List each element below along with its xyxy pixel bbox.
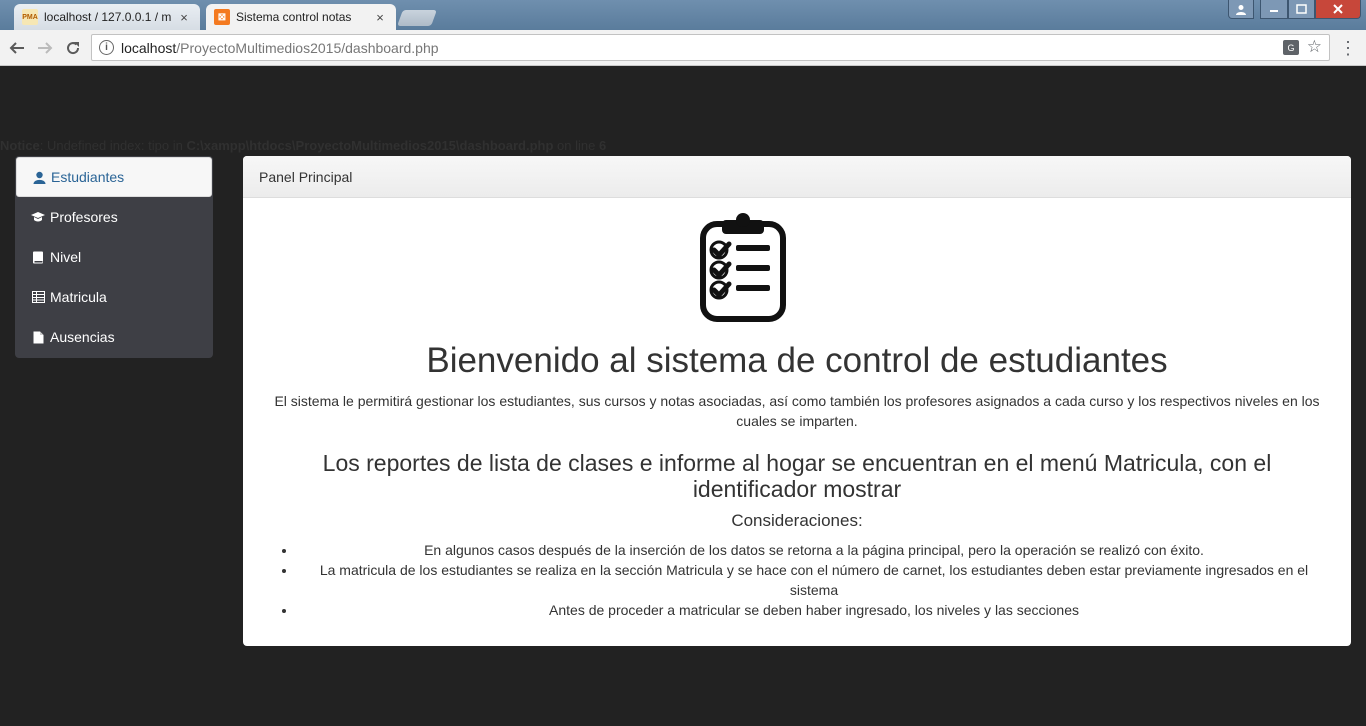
user-profile-icon[interactable] [1228, 0, 1254, 19]
panel-body: Bienvenido al sistema de control de estu… [243, 198, 1351, 646]
forward-arrow-icon[interactable] [35, 38, 55, 58]
tab-close-icon[interactable]: × [176, 10, 192, 25]
notice-file: C:\xampp\htdocs\ProyectoMultimedios2015\… [186, 138, 554, 153]
sidebar-item-label: Ausencias [50, 329, 115, 345]
new-tab-button[interactable] [397, 10, 437, 26]
browser-tab-phpmyadmin[interactable]: PMA localhost / 127.0.0.1 / mu × [14, 4, 200, 30]
sidebar-item-label: Matricula [50, 289, 107, 305]
tab-close-icon[interactable]: × [372, 10, 388, 25]
xampp-favicon-icon: ⊠ [214, 9, 230, 25]
sidebar-item-nivel[interactable]: Nivel [16, 237, 212, 277]
tab-title: Sistema control notas [236, 10, 352, 24]
url-host: localhost [121, 40, 177, 56]
url-path: /ProyectoMultimedios2015/dashboard.php [176, 40, 439, 56]
sidebar-item-label: Nivel [50, 249, 82, 265]
sidebar-item-label: Profesores [50, 209, 118, 225]
graduation-cap-icon [31, 210, 45, 224]
notice-on-line: on line [553, 138, 599, 153]
panel-heading: Panel Principal [243, 156, 1351, 198]
close-window-icon[interactable] [1315, 0, 1361, 19]
sidebar-item-ausencias[interactable]: Ausencias [16, 317, 212, 357]
notice-message: : Undefined index: tipo in [39, 138, 187, 153]
reload-icon[interactable] [63, 38, 83, 58]
table-icon [31, 290, 45, 304]
minimize-window-icon[interactable] [1260, 0, 1288, 19]
reports-info-heading: Los reportes de lista de clases e inform… [322, 450, 1272, 502]
clipboard-checklist-icon [700, 213, 786, 322]
sidebar-item-matricula[interactable]: Matricula [16, 277, 212, 317]
maximize-window-icon[interactable] [1288, 0, 1315, 19]
browser-menu-icon[interactable]: ⋮ [1339, 38, 1357, 58]
notice-line: 6 [598, 138, 607, 153]
sidebar-menu: Estudiantes Profesores Nivel Matricula A… [15, 156, 213, 358]
browser-tab-bar: PMA localhost / 127.0.0.1 / mu × ⊠ Siste… [0, 0, 1366, 30]
considerations-list: En algunos casos después de la inserción… [297, 540, 1331, 620]
back-arrow-icon[interactable] [7, 38, 27, 58]
file-icon [31, 330, 45, 344]
welcome-description: El sistema le permitirá gestionar los es… [274, 393, 1320, 429]
browser-tab-sistema[interactable]: ⊠ Sistema control notas × [206, 4, 396, 30]
book-icon [31, 250, 45, 264]
page-title: Bienvenido al sistema de control de estu… [426, 341, 1168, 380]
phpmyadmin-favicon-icon: PMA [22, 9, 38, 25]
list-item: En algunos casos después de la inserción… [297, 540, 1331, 560]
list-item: Antes de proceder a matricular se deben … [297, 600, 1331, 620]
address-bar[interactable]: i localhost/ProyectoMultimedios2015/dash… [91, 34, 1330, 61]
considerations-heading: Consideraciones: [731, 511, 863, 530]
list-item: La matricula de los estudiantes se reali… [297, 560, 1331, 600]
translate-icon[interactable]: G [1283, 40, 1299, 55]
page-content: Notice: Undefined index: tipo in C:\xamp… [0, 67, 1366, 726]
sidebar-item-label: Estudiantes [51, 169, 125, 185]
browser-toolbar: i localhost/ProyectoMultimedios2015/dash… [0, 30, 1366, 66]
bookmark-star-icon[interactable]: ☆ [1307, 37, 1322, 57]
tab-title: localhost / 127.0.0.1 / mu [44, 10, 172, 24]
main-panel: Panel Principal Bienvenido al sistema de… [243, 156, 1351, 646]
sidebar-item-profesores[interactable]: Profesores [16, 197, 212, 237]
user-icon [32, 170, 46, 184]
url-text[interactable]: localhost/ProyectoMultimedios2015/dashbo… [121, 40, 439, 56]
sidebar-item-estudiantes[interactable]: Estudiantes [16, 157, 212, 197]
php-notice: Notice: Undefined index: tipo in C:\xamp… [0, 138, 606, 153]
site-info-icon[interactable]: i [99, 40, 114, 55]
notice-label: Notice [0, 138, 40, 153]
